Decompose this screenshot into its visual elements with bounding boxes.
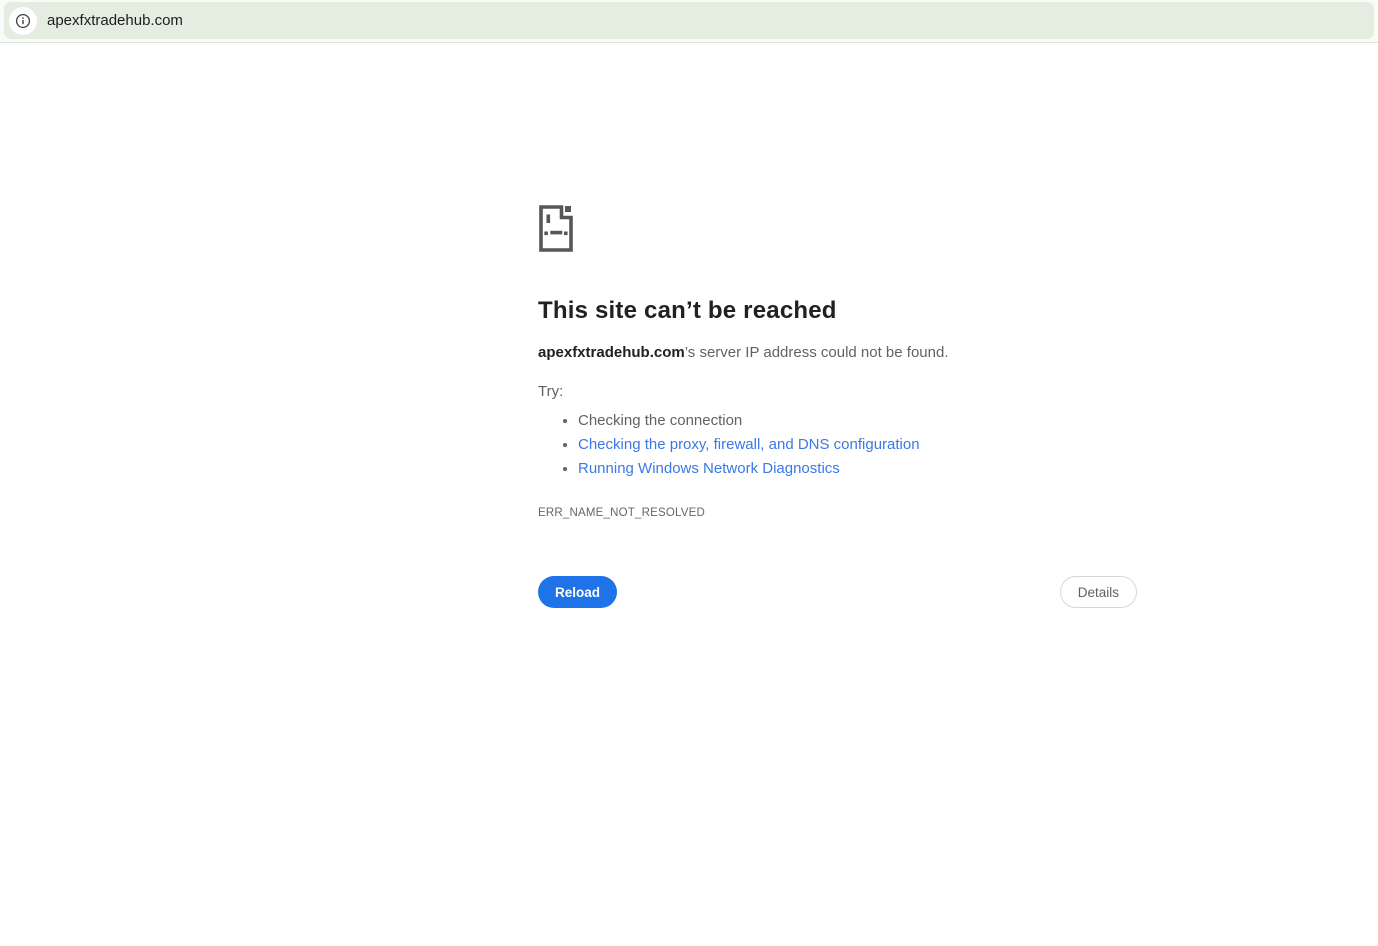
url-text[interactable]: apexfxtradehub.com	[47, 12, 183, 29]
try-label: Try:	[538, 383, 564, 400]
error-page: This site can’t be reached apexfxtradehu…	[0, 43, 1378, 608]
suggestions-list: Checking the connection Checking the pro…	[538, 409, 1137, 481]
network-diagnostics-link[interactable]: Running Windows Network Diagnostics	[578, 460, 840, 477]
error-message: apexfxtradehub.com’s server IP address c…	[538, 344, 1137, 361]
buttons-row: Reload Details	[538, 576, 1137, 608]
proxy-firewall-dns-link[interactable]: Checking the proxy, firewall, and DNS co…	[578, 436, 920, 453]
browser-toolbar: apexfxtradehub.com	[0, 0, 1378, 43]
sad-file-icon	[538, 204, 574, 252]
suggestion-text: Checking the connection	[578, 412, 743, 429]
error-domain: apexfxtradehub.com	[538, 344, 685, 361]
error-title: This site can’t be reached	[538, 297, 837, 324]
suggestion-item: Running Windows Network Diagnostics	[578, 457, 1137, 481]
error-message-suffix: ’s server IP address could not be found.	[684, 344, 949, 361]
details-button[interactable]: Details	[1059, 576, 1137, 608]
reload-button[interactable]: Reload	[538, 576, 618, 608]
error-code: ERR_NAME_NOT_RESOLVED	[538, 507, 705, 519]
address-bar[interactable]: apexfxtradehub.com	[4, 2, 1374, 39]
suggestion-item: Checking the connection	[578, 409, 1137, 433]
info-icon	[15, 13, 31, 29]
site-info-button[interactable]	[9, 6, 37, 35]
suggestion-item: Checking the proxy, firewall, and DNS co…	[578, 433, 1137, 457]
